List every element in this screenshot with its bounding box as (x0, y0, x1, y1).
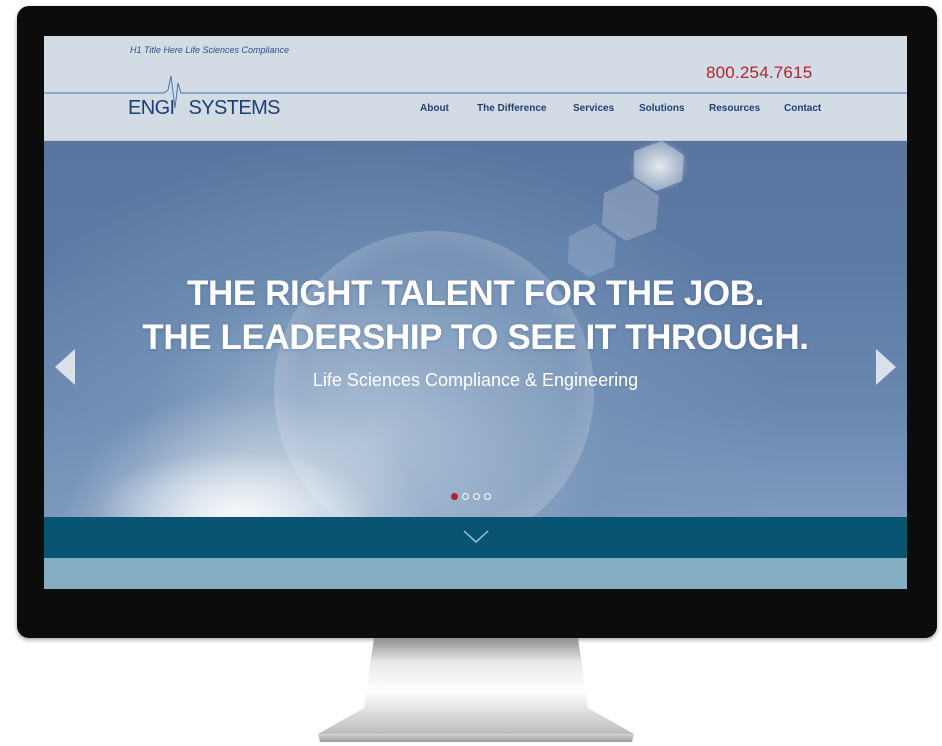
nav-item-contact[interactable]: Contact (784, 103, 821, 114)
hero-slider: THE RIGHT TALENT FOR THE JOB. THE LEADER… (44, 141, 907, 518)
nav-item-services[interactable]: Services (573, 103, 614, 114)
chevron-left-icon[interactable] (53, 347, 75, 387)
slider-dot-2[interactable] (462, 493, 469, 500)
content-band (44, 558, 907, 589)
browser-viewport: H1 Title Here Life Sciences Compliance 8… (44, 36, 907, 589)
chevron-right-icon[interactable] (876, 347, 898, 387)
h1-title: H1 Title Here Life Sciences Compliance (130, 45, 289, 55)
chevron-down-icon[interactable] (463, 530, 489, 544)
nav-item-resources[interactable]: Resources (709, 103, 760, 114)
slider-dot-1[interactable] (451, 493, 458, 500)
nav-item-solutions[interactable]: Solutions (639, 103, 685, 114)
hero-subheadline: Life Sciences Compliance & Engineering (312, 370, 639, 390)
monitor-stand (318, 638, 634, 742)
site-header: H1 Title Here Life Sciences Compliance 8… (44, 36, 907, 141)
hero-headline: THE RIGHT TALENT FOR THE JOB. THE LEADER… (44, 272, 907, 360)
main-nav: About The Difference Services Solutions … (44, 103, 907, 119)
slider-dot-3[interactable] (473, 493, 480, 500)
hero-headline-line-1: THE RIGHT TALENT FOR THE JOB. (187, 274, 764, 313)
slider-dot-4[interactable] (484, 493, 491, 500)
nav-item-the-difference[interactable]: The Difference (477, 103, 546, 114)
hero-headline-line-2: THE LEADERSHIP TO SEE IT THROUGH. (142, 318, 809, 357)
scroll-band (44, 517, 907, 558)
slider-pagination (451, 493, 491, 503)
nav-item-about[interactable]: About (420, 103, 449, 114)
